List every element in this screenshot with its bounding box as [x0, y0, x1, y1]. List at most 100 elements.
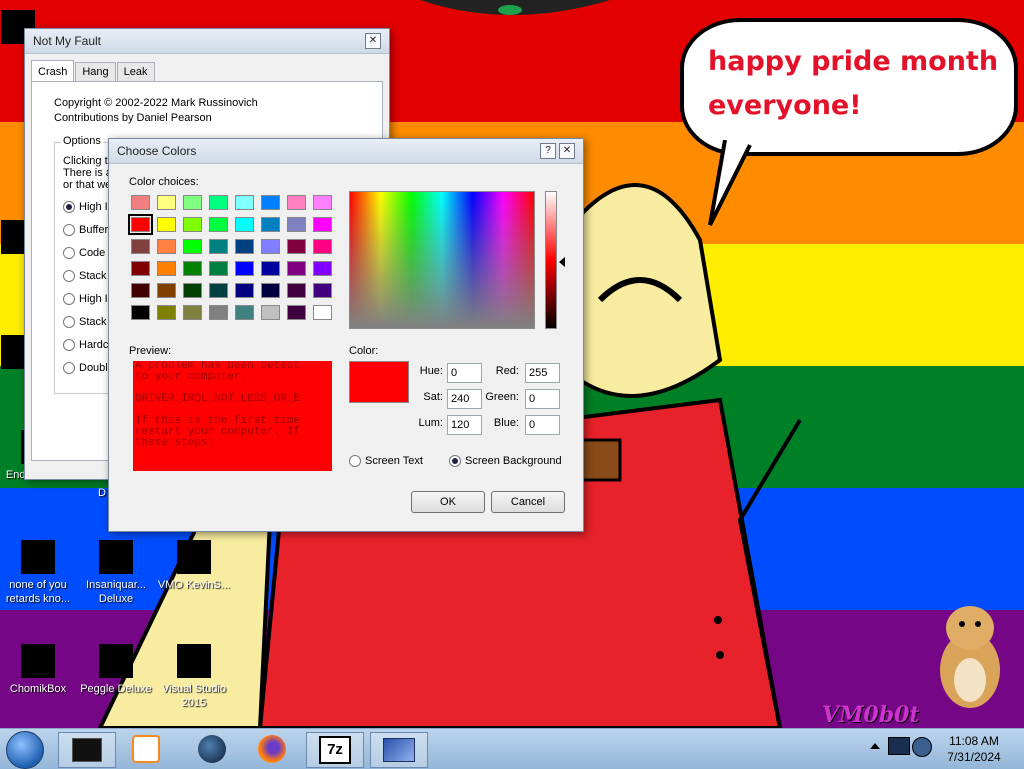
taskbar-item-firefox[interactable] — [244, 732, 300, 766]
color-swatch[interactable] — [287, 217, 306, 232]
blue-field[interactable]: 0 — [525, 415, 560, 435]
color-swatch[interactable] — [287, 261, 306, 276]
speech-line-2: everyone! — [708, 90, 862, 121]
globe-icon — [198, 735, 226, 763]
color-swatch[interactable] — [131, 261, 150, 276]
color-swatch[interactable] — [131, 239, 150, 254]
color-swatch[interactable] — [313, 261, 332, 276]
taskbar: 7z 11:08 AM 7/31/2024 — [0, 728, 1024, 769]
color-swatch[interactable] — [157, 261, 176, 276]
color-swatch[interactable] — [183, 261, 202, 276]
desktop-icon-label: ChomikBox — [9, 683, 67, 695]
help-button[interactable]: ? — [540, 143, 556, 159]
color-swatch[interactable] — [313, 283, 332, 298]
color-swatch[interactable] — [235, 261, 254, 276]
color-swatch[interactable] — [261, 261, 280, 276]
color-swatch[interactable] — [261, 195, 280, 210]
color-swatch[interactable] — [131, 195, 150, 210]
close-button[interactable]: ✕ — [559, 143, 575, 159]
luminance-arrow-icon[interactable] — [559, 257, 565, 267]
notmyfault-titlebar[interactable]: Not My Fault ✕ — [25, 29, 389, 54]
volume-icon[interactable] — [912, 737, 932, 757]
peggle-icon — [99, 644, 133, 678]
taskbar-item-terminal[interactable] — [58, 732, 116, 768]
color-swatch[interactable] — [235, 305, 254, 320]
color-swatch[interactable] — [157, 195, 176, 210]
spectrum-picker[interactable] — [349, 191, 535, 329]
color-swatch[interactable] — [131, 283, 150, 298]
color-label: Color: — [349, 345, 379, 357]
ok-button[interactable]: OK — [411, 491, 485, 513]
desktop-icon-insaniquarium[interactable]: Insaniquar... Deluxe — [78, 540, 154, 606]
game-icon — [99, 540, 133, 574]
taskbar-item-7zip[interactable]: 7z — [306, 732, 364, 768]
color-swatch[interactable] — [209, 283, 228, 298]
tab-crash[interactable]: Crash — [31, 60, 75, 81]
desktop-icon-chomikbox[interactable]: ChomikBox — [0, 644, 76, 696]
color-swatch[interactable] — [183, 217, 202, 232]
red-field[interactable]: 255 — [525, 363, 560, 383]
color-swatch[interactable] — [209, 195, 228, 210]
color-swatch[interactable] — [261, 305, 280, 320]
color-swatch[interactable] — [287, 283, 306, 298]
hue-field[interactable]: 0 — [447, 363, 482, 383]
color-swatch[interactable] — [183, 283, 202, 298]
color-swatch[interactable] — [209, 239, 228, 254]
color-swatch[interactable] — [313, 217, 332, 232]
hue-label: Hue: — [419, 365, 443, 377]
color-swatch[interactable] — [209, 305, 228, 320]
color-swatch[interactable] — [209, 217, 228, 232]
color-swatch[interactable] — [313, 239, 332, 254]
color-swatch[interactable] — [183, 195, 202, 210]
color-swatch[interactable] — [128, 214, 153, 235]
display-icon — [383, 738, 415, 762]
color-swatch[interactable] — [261, 217, 280, 232]
color-swatch[interactable] — [235, 239, 254, 254]
network-icon[interactable] — [888, 737, 910, 755]
screen-background-radio[interactable]: Screen Background — [449, 449, 562, 472]
desktop-icon-vmo-kevin[interactable]: VMO KevinS... — [156, 540, 232, 592]
color-swatch[interactable] — [157, 283, 176, 298]
color-swatch[interactable] — [313, 305, 332, 320]
taskbar-item-display[interactable] — [370, 732, 428, 768]
color-swatch[interactable] — [261, 283, 280, 298]
color-swatch[interactable] — [131, 305, 150, 320]
color-swatch[interactable] — [183, 239, 202, 254]
cancel-button[interactable]: Cancel — [491, 491, 565, 513]
color-swatch[interactable] — [287, 305, 306, 320]
color-swatch[interactable] — [183, 305, 202, 320]
clock-date: 7/31/2024 — [947, 750, 1001, 764]
desktop-icon-visual-studio[interactable]: Visual Studio 2015 — [156, 644, 232, 710]
color-swatch[interactable] — [235, 283, 254, 298]
desktop-icon-peggle[interactable]: Peggle Deluxe — [78, 644, 154, 696]
color-swatch[interactable] — [157, 217, 176, 232]
color-swatch[interactable] — [313, 195, 332, 210]
color-swatch[interactable] — [287, 195, 306, 210]
color-swatch[interactable] — [209, 261, 228, 276]
close-button[interactable]: ✕ — [365, 33, 381, 49]
tab-hang[interactable]: Hang — [75, 62, 116, 81]
sat-field[interactable]: 240 — [447, 389, 482, 409]
color-swatch[interactable] — [157, 239, 176, 254]
lum-field[interactable]: 120 — [447, 415, 482, 435]
start-button[interactable] — [6, 731, 44, 769]
speech-tail — [708, 140, 752, 226]
desktop-icon-none-of-you[interactable]: none of you retards kno... — [0, 540, 76, 606]
taskbar-item-globe[interactable] — [184, 732, 240, 766]
clock[interactable]: 11:08 AM 7/31/2024 — [938, 733, 1010, 765]
choose-colors-titlebar[interactable]: Choose Colors ? ✕ — [109, 139, 583, 164]
luminance-slider[interactable] — [545, 191, 557, 329]
tab-leak[interactable]: Leak — [116, 62, 155, 81]
green-field[interactable]: 0 — [525, 389, 560, 409]
color-swatch[interactable] — [235, 217, 254, 232]
screen-text-radio[interactable]: Screen Text — [349, 449, 423, 472]
show-hidden-icons-button[interactable] — [870, 743, 880, 749]
preview-line: DRIVER_IRQL_NOT_LESS_OR_E — [135, 393, 301, 405]
blue-label: Blue: — [493, 417, 519, 429]
color-swatch[interactable] — [287, 239, 306, 254]
color-swatch[interactable] — [261, 239, 280, 254]
watermark: VM0b0t — [822, 702, 920, 728]
taskbar-item-media-player[interactable] — [118, 732, 174, 766]
color-swatch[interactable] — [157, 305, 176, 320]
color-swatch[interactable] — [235, 195, 254, 210]
